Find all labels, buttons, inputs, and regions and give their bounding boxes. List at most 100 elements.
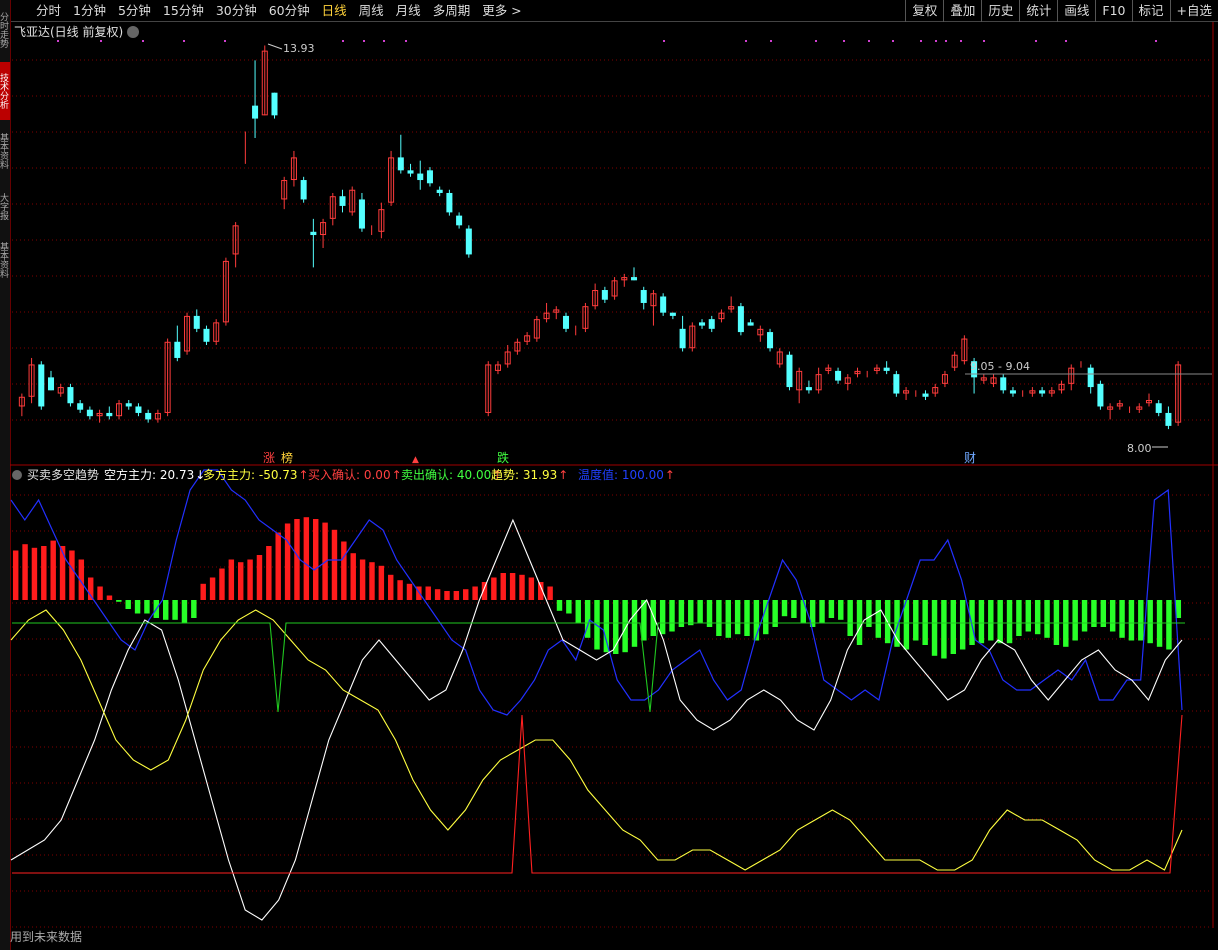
candle (339, 189, 346, 213)
hist-bar (209, 577, 216, 600)
candle (747, 319, 754, 326)
chart-area[interactable]: 飞亚达(日线 前复权) 13.93 9.05 - 9.04 8.00 涨榜 跌 财 ▲ 买卖多空… (0, 22, 1218, 928)
candle (854, 367, 861, 378)
period-tab-0[interactable]: 分时 (30, 0, 67, 22)
indicator-name: 买卖多空趋势 (27, 468, 99, 482)
hist-bar (838, 600, 844, 620)
candle (1155, 400, 1162, 417)
hist-bar (219, 568, 225, 600)
candle (38, 361, 45, 410)
hist-bar (800, 600, 806, 623)
hist-bar (875, 600, 881, 638)
candle (378, 202, 385, 239)
candle (708, 315, 715, 333)
candle (621, 273, 628, 287)
hist-bar (369, 562, 375, 600)
candle (980, 374, 987, 384)
candle (873, 364, 880, 375)
candle (446, 189, 453, 216)
hist-bar (378, 565, 385, 600)
candle (757, 325, 764, 342)
tool-button-0[interactable]: 复权 (905, 0, 943, 22)
candle (883, 361, 890, 375)
candle (164, 338, 171, 417)
candle (135, 403, 142, 417)
hist-bar (106, 595, 113, 600)
candle (125, 400, 132, 410)
candle (640, 286, 647, 310)
hist-bar (1072, 600, 1078, 641)
indicator-dropdown-icon (12, 470, 22, 480)
candle (271, 92, 278, 119)
hist-bar (181, 600, 188, 623)
hist-bar (603, 600, 610, 653)
candle (825, 364, 832, 375)
hist-bar (528, 577, 535, 600)
hist-bar (453, 591, 460, 600)
period-tab-2[interactable]: 5分钟 (112, 0, 157, 22)
tool-button-2[interactable]: 历史 (981, 0, 1019, 22)
candle (213, 319, 220, 346)
period-tab-10[interactable]: 更多 > (476, 0, 527, 22)
period-tab-1[interactable]: 1分钟 (67, 0, 112, 22)
indicator-value-4: 趋势: 31.93 (491, 468, 557, 482)
hist-bar (1119, 600, 1125, 638)
hist-bar (959, 600, 966, 650)
tool-button-5[interactable]: F10 (1095, 0, 1131, 22)
hist-bar (41, 546, 47, 600)
tool-button-7[interactable]: +自选 (1169, 0, 1218, 22)
low-label: 8.00 (1127, 442, 1152, 455)
period-tab-3[interactable]: 15分钟 (157, 0, 210, 22)
hist-bar (359, 559, 366, 600)
candle (582, 302, 589, 333)
candle (203, 325, 210, 346)
candle (679, 315, 686, 352)
candle (1165, 406, 1172, 430)
tool-button-1[interactable]: 叠加 (943, 0, 981, 22)
candle (397, 134, 404, 174)
candle (1145, 393, 1153, 407)
hist-bar (819, 600, 825, 623)
candle (504, 345, 511, 368)
candle (601, 286, 608, 303)
candle (1097, 380, 1104, 410)
candle (193, 309, 200, 333)
period-tab-4[interactable]: 30分钟 (210, 0, 263, 22)
candle (310, 218, 317, 268)
hist-bar (256, 555, 263, 600)
hist-bar (162, 600, 169, 620)
hist-bar (669, 600, 675, 632)
hist-bar (275, 532, 281, 600)
indicator-value-1: 多方主力: -50.73 (203, 467, 298, 482)
hist-bar (1109, 600, 1116, 632)
hist-bar (284, 523, 291, 600)
candle (485, 361, 492, 417)
hist-bar (941, 600, 947, 659)
candle (893, 370, 900, 397)
hist-bar (397, 580, 403, 600)
hist-bar (69, 550, 75, 600)
tool-button-6[interactable]: 标记 (1131, 0, 1170, 22)
tool-button-3[interactable]: 统计 (1019, 0, 1057, 22)
hist-bar (294, 519, 300, 600)
hist-bar (950, 600, 957, 654)
hist-bar (1138, 600, 1144, 641)
candle (699, 319, 706, 329)
hist-bar (547, 586, 553, 600)
candle (718, 309, 725, 323)
candle (1048, 387, 1055, 397)
hist-bar (725, 600, 731, 638)
tool-button-4[interactable]: 画线 (1057, 0, 1095, 22)
period-tab-8[interactable]: 月线 (390, 0, 427, 22)
period-tab-6[interactable]: 日线 (316, 0, 353, 22)
period-tab-9[interactable]: 多周期 (427, 0, 477, 22)
candle (941, 370, 948, 388)
period-tab-7[interactable]: 周线 (353, 0, 390, 22)
hist-bar (509, 573, 516, 600)
chart-title: 飞亚达(日线 前复权) (14, 24, 123, 39)
candle (116, 400, 123, 420)
hist-bar (350, 553, 356, 600)
hist-bar (50, 540, 56, 600)
period-tab-5[interactable]: 60分钟 (263, 0, 316, 22)
period-toolbar: 分时 1分钟 5分钟 15分钟 30分钟 60分钟 日线 周线 月线 多周期 更多 > 复权 叠加 历史… (0, 0, 1218, 22)
